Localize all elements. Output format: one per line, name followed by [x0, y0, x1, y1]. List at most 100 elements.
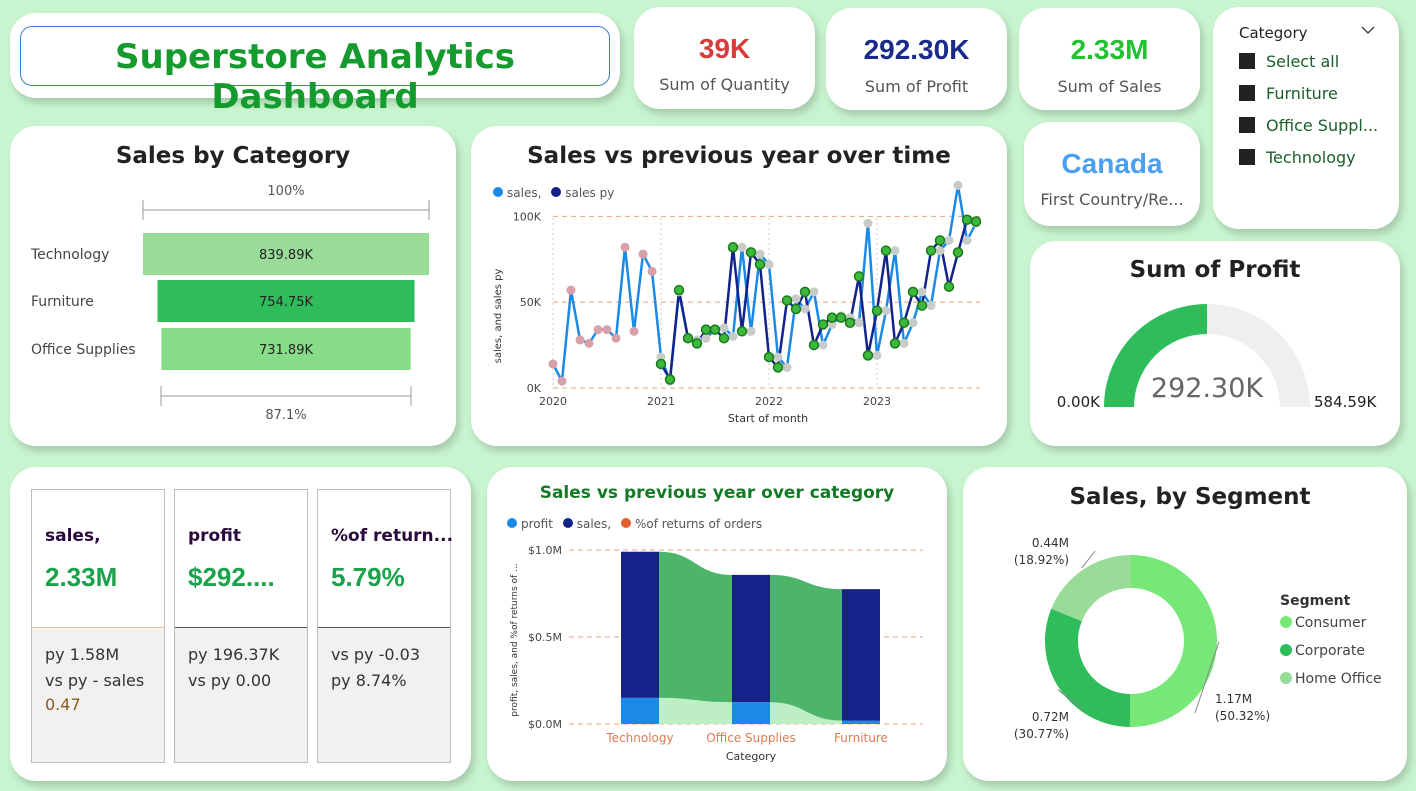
sales-py-point[interactable]	[952, 247, 964, 258]
sales-bar[interactable]	[842, 589, 880, 721]
sales-py-point[interactable]	[934, 235, 946, 246]
sales-py-point[interactable]	[826, 312, 838, 323]
sales-py-point[interactable]	[700, 324, 712, 335]
sales-point[interactable]	[926, 301, 936, 311]
sales-py-point[interactable]	[781, 295, 793, 306]
sales-py-point[interactable]	[916, 300, 928, 311]
sales-py-point[interactable]	[835, 312, 847, 323]
sales-py-point[interactable]	[817, 319, 829, 330]
sales-point[interactable]	[773, 352, 783, 362]
sales-py-point[interactable]	[655, 358, 667, 370]
sales-py-point[interactable]	[907, 286, 919, 298]
sales-point[interactable]	[701, 333, 711, 343]
sales-bar[interactable]	[621, 551, 659, 698]
sales-point[interactable]	[602, 325, 612, 335]
sales-point[interactable]	[737, 242, 747, 252]
sales-point[interactable]	[629, 326, 639, 336]
sales-point[interactable]	[575, 335, 585, 345]
sales-py-point[interactable]	[664, 374, 676, 385]
slicer-item-select-all[interactable]: Select all	[1239, 52, 1339, 71]
sales-point[interactable]	[863, 218, 873, 228]
sales-py-point[interactable]	[727, 241, 739, 253]
sales-py-point[interactable]	[880, 245, 892, 256]
sales-point[interactable]	[962, 235, 972, 245]
kpi-card-sales: 2.33M Sum of Sales	[1019, 8, 1200, 110]
sales-py-point[interactable]	[853, 271, 865, 282]
checkbox-icon	[1239, 85, 1255, 101]
sales-py-point[interactable]	[763, 351, 775, 363]
profit-bar[interactable]	[621, 697, 659, 724]
card-profit-header: profit	[188, 526, 241, 546]
sales-py-point[interactable]	[691, 338, 703, 349]
card-sales-value: 2.33M	[45, 562, 118, 592]
sales-point[interactable]	[854, 318, 864, 328]
sales-point[interactable]	[593, 325, 603, 335]
country-value: Canada	[1061, 148, 1163, 179]
sales-point[interactable]	[791, 294, 801, 304]
sales-point[interactable]	[872, 350, 882, 360]
donut-slice[interactable]	[1129, 555, 1217, 727]
sales-py-point[interactable]	[943, 281, 955, 292]
slicer-item-furniture[interactable]: Furniture	[1239, 84, 1338, 103]
sales-py-point[interactable]	[961, 214, 973, 226]
sales-py-point[interactable]	[682, 332, 694, 344]
ribbon-ytick: $0.0M	[528, 718, 562, 731]
slicer-item-office-supplies[interactable]: Office Suppl...	[1239, 116, 1378, 135]
donut-pct-label: (18.92%)	[1014, 553, 1069, 567]
sales-point[interactable]	[647, 266, 657, 276]
sales-bar[interactable]	[732, 574, 770, 703]
sales-point[interactable]	[719, 323, 729, 333]
kpi-card-profit: 292.30K Sum of Profit	[826, 8, 1007, 110]
sales-point[interactable]	[638, 249, 648, 259]
sales-py-point[interactable]	[970, 216, 982, 227]
sales-py-point[interactable]	[772, 362, 784, 373]
sales-point[interactable]	[881, 306, 891, 316]
line-chart-xlabel: Start of month	[728, 412, 808, 425]
sales-py-point[interactable]	[673, 284, 685, 296]
sales-point[interactable]	[809, 287, 819, 297]
sales-py-point[interactable]	[808, 339, 820, 351]
sales-point[interactable]	[620, 242, 630, 252]
sales-point[interactable]	[584, 338, 594, 348]
sales-py-point[interactable]	[745, 247, 757, 258]
sales-py-point[interactable]	[790, 303, 802, 315]
sales-point[interactable]	[818, 340, 828, 350]
sales-point[interactable]	[890, 246, 900, 256]
sales-point[interactable]	[755, 249, 765, 259]
sales-point[interactable]	[944, 235, 954, 245]
sales-point[interactable]	[566, 285, 576, 295]
sales-py-point[interactable]	[889, 338, 901, 349]
ribbon-ytick: $0.5M	[528, 631, 562, 644]
sales-point[interactable]	[917, 287, 927, 297]
profit-bar[interactable]	[732, 702, 770, 724]
sales-point[interactable]	[953, 180, 963, 190]
sales-py-point[interactable]	[898, 317, 910, 329]
sales-point[interactable]	[557, 376, 567, 386]
sales-py-point[interactable]	[754, 259, 766, 270]
slicer-item-technology[interactable]: Technology	[1239, 148, 1356, 167]
sales-py-point[interactable]	[844, 317, 856, 329]
sales-point[interactable]	[935, 246, 945, 256]
sales-py-point[interactable]	[799, 286, 811, 298]
sales-point[interactable]	[548, 359, 558, 369]
sales-point[interactable]	[782, 362, 792, 372]
sales-py-point[interactable]	[862, 350, 874, 361]
sales-point[interactable]	[800, 304, 810, 314]
sales-py-point[interactable]	[925, 245, 937, 256]
chevron-down-icon[interactable]	[1359, 21, 1377, 39]
sales-point[interactable]	[908, 318, 918, 328]
profit-bar[interactable]	[842, 720, 880, 724]
sales-py-point[interactable]	[736, 326, 748, 337]
sales-point[interactable]	[728, 332, 738, 341]
segment-legend-item[interactable]: Corporate	[1295, 643, 1365, 659]
sales-point[interactable]	[899, 338, 909, 348]
sales-point[interactable]	[611, 333, 621, 343]
sales-point[interactable]	[746, 326, 756, 336]
segment-legend-item[interactable]: Home Office	[1295, 671, 1382, 687]
segment-legend-item[interactable]: Consumer	[1295, 615, 1367, 631]
sales-point[interactable]	[764, 259, 774, 269]
sales-py-point[interactable]	[718, 332, 730, 344]
line-xtick: 2022	[755, 395, 783, 408]
sales-py-point[interactable]	[709, 324, 721, 335]
sales-py-point[interactable]	[871, 305, 883, 316]
